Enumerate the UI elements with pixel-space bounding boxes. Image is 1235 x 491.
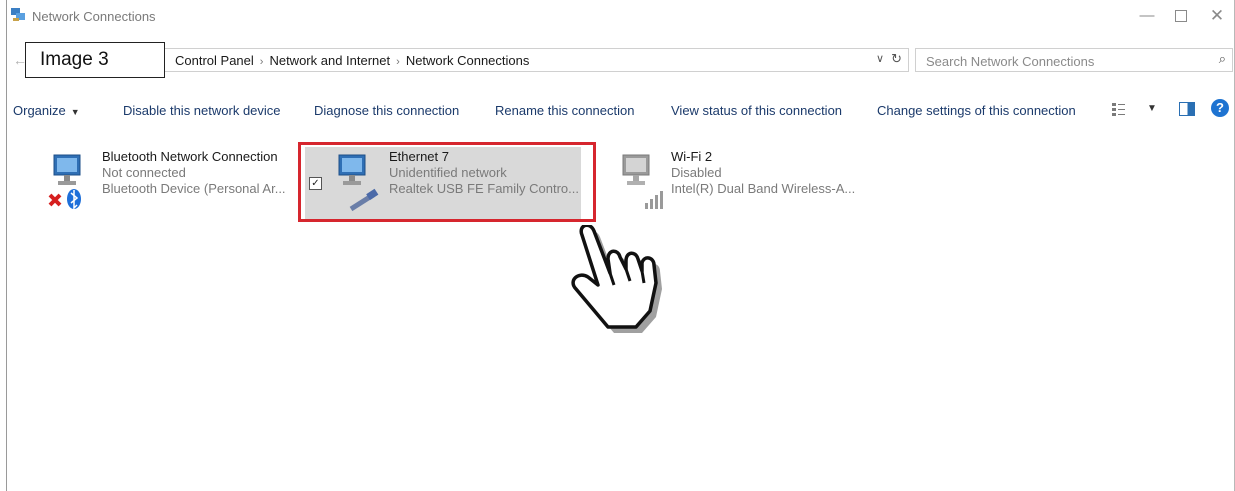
- highlight-box: [298, 142, 596, 222]
- connection-details: Bluetooth Network Connection Not connect…: [102, 149, 286, 197]
- connection-device: Bluetooth Device (Personal Ar...: [102, 181, 286, 196]
- change-settings-button[interactable]: Change settings of this connection: [877, 103, 1076, 118]
- window-title: Network Connections: [32, 9, 156, 24]
- address-bar[interactable]: Control Panel › Network and Internet › Netwo…: [165, 48, 909, 72]
- search-icon[interactable]: ⌕: [1219, 51, 1226, 67]
- wifi-network-icon: [622, 154, 663, 209]
- disable-device-button[interactable]: Disable this network device: [123, 103, 281, 118]
- help-icon[interactable]: ?: [1211, 99, 1229, 117]
- organize-label: Organize: [13, 103, 66, 118]
- view-status-button[interactable]: View status of this connection: [671, 103, 842, 118]
- title-bar: Network Connections — ✕: [7, 0, 1234, 34]
- connection-item-wifi[interactable]: Wi-Fi 2 Disabled Intel(R) Dual Band Wire…: [611, 145, 871, 223]
- breadcrumb-separator[interactable]: ›: [260, 56, 264, 68]
- breadcrumb-separator[interactable]: ›: [396, 56, 400, 68]
- connection-device: Intel(R) Dual Band Wireless-A...: [671, 181, 856, 196]
- maximize-button[interactable]: [1168, 5, 1194, 27]
- connection-name: Wi-Fi 2: [671, 149, 713, 164]
- connection-item-ethernet[interactable]: ✓ Ethernet 7 Unidentified network Realte…: [298, 142, 599, 223]
- connection-details: Wi-Fi 2 Disabled Intel(R) Dual Band Wire…: [671, 149, 855, 197]
- hand-pointer-icon: [571, 225, 662, 333]
- view-options-icon[interactable]: [1111, 101, 1127, 117]
- close-button[interactable]: ✕: [1204, 5, 1230, 27]
- breadcrumb-network-connections[interactable]: Network Connections: [406, 53, 530, 68]
- breadcrumb-control-panel[interactable]: Control Panel: [175, 53, 254, 68]
- breadcrumb-network-and-internet[interactable]: Network and Internet: [269, 53, 390, 68]
- address-row: ← Image 3 Control Panel › Network and Inte…: [7, 42, 1234, 78]
- organize-button[interactable]: Organize ▼: [13, 103, 80, 118]
- chevron-down-icon[interactable]: ∨: [876, 52, 884, 65]
- connection-name: Bluetooth Network Connection: [102, 149, 278, 164]
- window: Network Connections — ✕ ← Image 3 Contro…: [6, 0, 1235, 491]
- rename-button[interactable]: Rename this connection: [495, 103, 634, 118]
- command-bar: Organize ▼ Disable this network device Di…: [7, 97, 1234, 127]
- connection-status: Not connected: [102, 165, 186, 180]
- connection-status: Disabled: [671, 165, 722, 180]
- search-box[interactable]: ⌕: [915, 48, 1233, 72]
- chevron-down-icon[interactable]: ▼: [1147, 103, 1157, 114]
- chevron-down-icon: ▼: [70, 107, 80, 117]
- breadcrumb: Control Panel › Network and Internet › Netwo…: [175, 53, 529, 68]
- minimize-button[interactable]: —: [1134, 5, 1160, 27]
- connection-item-bluetooth[interactable]: Bluetooth Network Connection Not connect…: [42, 145, 297, 223]
- image-annotation-label: Image 3: [25, 42, 165, 78]
- search-input[interactable]: [924, 51, 1198, 71]
- bluetooth-network-icon: [48, 154, 81, 210]
- refresh-icon[interactable]: ↻: [891, 51, 902, 67]
- network-connections-app-icon: [11, 8, 25, 21]
- diagnose-button[interactable]: Diagnose this connection: [314, 103, 459, 118]
- preview-pane-icon[interactable]: [1179, 102, 1195, 116]
